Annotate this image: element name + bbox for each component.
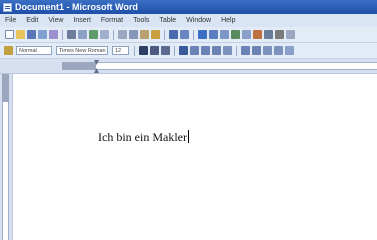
styles-icon[interactable]	[4, 46, 13, 55]
align-right-icon[interactable]	[201, 46, 210, 55]
horizontal-ruler[interactable]	[0, 59, 377, 74]
justify-icon[interactable]	[212, 46, 221, 55]
insert-table-icon[interactable]	[220, 30, 229, 39]
separator	[113, 29, 114, 40]
text-cursor	[187, 130, 189, 143]
font-select[interactable]: Times New Roman	[56, 46, 108, 55]
save-icon[interactable]	[27, 30, 36, 39]
print-preview-icon[interactable]	[78, 30, 87, 39]
menu-insert[interactable]: Insert	[68, 17, 96, 24]
ruler-left-margin	[62, 62, 96, 70]
vertical-ruler-scale	[2, 102, 9, 240]
menu-table[interactable]: Table	[154, 17, 181, 24]
research-icon[interactable]	[100, 30, 109, 39]
decrease-indent-icon[interactable]	[263, 46, 272, 55]
menu-format[interactable]: Format	[96, 17, 128, 24]
permission-icon[interactable]	[38, 30, 47, 39]
drawing-icon[interactable]	[253, 30, 262, 39]
tables-borders-icon[interactable]	[209, 30, 218, 39]
new-document-icon[interactable]	[5, 30, 14, 39]
center-icon[interactable]	[190, 46, 199, 55]
word-app-icon[interactable]	[3, 2, 12, 12]
menu-help[interactable]: Help	[216, 17, 240, 24]
columns-icon[interactable]	[242, 30, 251, 39]
insert-excel-icon[interactable]	[231, 30, 240, 39]
underline-icon[interactable]	[161, 46, 170, 55]
copy-icon[interactable]	[129, 30, 138, 39]
menu-bar: File Edit View Insert Format Tools Table…	[0, 14, 377, 27]
style-select[interactable]: Normal	[16, 46, 52, 55]
separator	[164, 29, 165, 40]
open-folder-icon[interactable]	[16, 30, 25, 39]
format-painter-icon[interactable]	[151, 30, 160, 39]
show-hide-icon[interactable]	[275, 30, 284, 39]
vertical-ruler[interactable]	[0, 74, 13, 240]
menu-edit[interactable]: Edit	[21, 17, 43, 24]
standard-toolbar	[0, 27, 377, 43]
border-icon[interactable]	[285, 46, 294, 55]
document-body[interactable]: Ich bin ein Makler	[98, 130, 189, 145]
menu-file[interactable]: File	[0, 17, 21, 24]
separator	[134, 45, 135, 56]
document-map-icon[interactable]	[264, 30, 273, 39]
menu-view[interactable]: View	[43, 17, 68, 24]
align-left-icon[interactable]	[179, 46, 188, 55]
redo-icon[interactable]	[180, 30, 189, 39]
title-bar: Document1 - Microsoft Word	[0, 0, 377, 14]
italic-icon[interactable]	[150, 46, 159, 55]
document-page[interactable]: Ich bin ein Makler	[13, 74, 377, 240]
bullets-icon[interactable]	[252, 46, 261, 55]
document-text: Ich bin ein Makler	[98, 130, 187, 144]
zoom-icon[interactable]	[286, 30, 295, 39]
numbering-icon[interactable]	[241, 46, 250, 55]
print-icon[interactable]	[67, 30, 76, 39]
paste-icon[interactable]	[140, 30, 149, 39]
separator	[193, 29, 194, 40]
font-size-select[interactable]: 12	[112, 46, 129, 55]
separator	[62, 29, 63, 40]
ruler-scale	[62, 62, 377, 70]
hyperlink-icon[interactable]	[198, 30, 207, 39]
separator	[174, 45, 175, 56]
menu-tools[interactable]: Tools	[128, 17, 154, 24]
undo-icon[interactable]	[169, 30, 178, 39]
email-icon[interactable]	[49, 30, 58, 39]
spelling-icon[interactable]	[89, 30, 98, 39]
window-title: Document1 - Microsoft Word	[15, 2, 138, 12]
menu-window[interactable]: Window	[181, 17, 216, 24]
bold-icon[interactable]	[139, 46, 148, 55]
line-spacing-icon[interactable]	[223, 46, 232, 55]
formatting-toolbar: Normal Times New Roman 12	[0, 43, 377, 59]
separator	[236, 45, 237, 56]
cut-icon[interactable]	[118, 30, 127, 39]
increase-indent-icon[interactable]	[274, 46, 283, 55]
